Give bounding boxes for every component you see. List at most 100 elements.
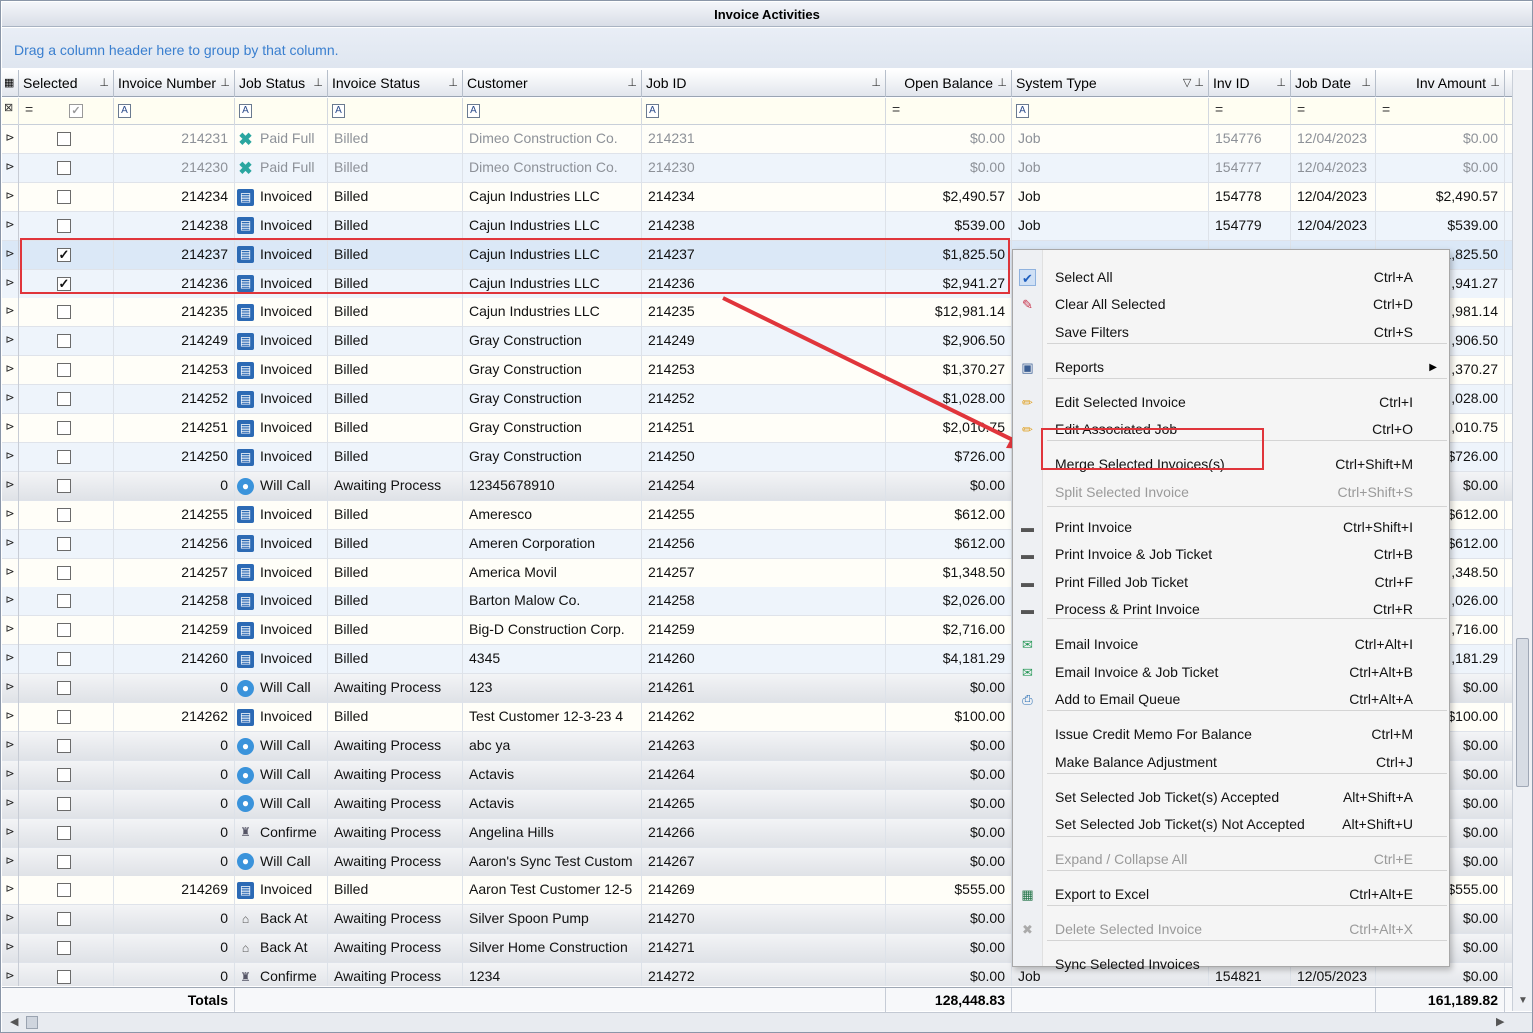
text-filter-icon[interactable]: A [332,104,345,118]
row-indicator-icon[interactable]: ⊳ [2,385,19,415]
row-indicator-icon[interactable]: ⊳ [2,269,19,299]
filter-cell[interactable]: = [1291,98,1376,125]
filter-cell[interactable]: = ✓ [19,98,114,125]
row-indicator-icon[interactable]: ⊳ [2,558,19,588]
row-indicator-icon[interactable]: ⊳ [2,789,19,819]
row-indicator-icon[interactable]: ⊳ [2,442,19,472]
menu-item-select-all[interactable]: ✔ Select All Ctrl+A [1013,264,1449,291]
menu-item-sync-selected-invoices[interactable]: Sync Selected Invoices [1013,951,1449,978]
row-select-checkbox[interactable] [57,507,71,522]
row-select-checkbox[interactable] [57,854,71,869]
row-select-checkbox[interactable] [57,392,71,407]
menu-item-set-selected-job-ticket-s-accepted[interactable]: Set Selected Job Ticket(s) Accepted Alt+S… [1013,784,1449,811]
filter-cell[interactable]: A [463,98,642,125]
table-row[interactable]: ⊳ 214231 ✖ Paid Full Billed Dimeo Constructio… [2,125,1512,154]
filter-cell[interactable]: A [1012,98,1209,125]
row-select-checkbox[interactable] [57,160,71,175]
pin-icon[interactable]: ▽ ⊥ [1183,70,1204,97]
menu-item-delete-selected-invoice[interactable]: ✖ Delete Selected Invoice Ctrl+Alt+X [1013,916,1449,943]
row-select-checkbox[interactable] [57,189,71,204]
menu-item-reports[interactable]: ▣ Reports ▶ [1013,354,1449,381]
pin-icon[interactable]: ⊥ [871,70,881,97]
column-header-job-status[interactable]: Job Status ⊥ [235,70,328,97]
menu-item-add-to-email-queue[interactable]: ⎙ Add to Email Queue Ctrl+Alt+A [1013,686,1449,713]
filter-operator-icon[interactable]: = [892,101,900,117]
row-indicator-icon[interactable]: ⊳ [2,818,19,848]
menu-item-print-invoice-job-ticket[interactable]: ▬ Print Invoice & Job Ticket Ctrl+B [1013,541,1449,568]
grid-corner-icon[interactable]: ▦ [2,70,19,97]
row-indicator-icon[interactable]: ⊳ [2,674,19,704]
filter-cell[interactable]: = [1376,98,1505,125]
row-select-checkbox[interactable] [57,363,71,378]
row-indicator-icon[interactable]: ⊳ [2,500,19,530]
table-row[interactable]: ⊳ 214238 ▤ Invoiced Billed Cajun Industries L… [2,211,1512,241]
filter-cell[interactable]: A [642,98,886,125]
table-row[interactable]: ⊳ 214234 ▤ Invoiced Billed Cajun Industries L… [2,182,1512,212]
row-indicator-icon[interactable]: ⊳ [2,934,19,964]
filter-operator-icon[interactable]: = [1215,101,1223,117]
pin-icon[interactable]: ⊥ [627,70,637,97]
filter-checkbox[interactable]: ✓ [69,104,83,118]
row-select-checkbox[interactable] [57,825,71,840]
column-header-customer[interactable]: Customer ⊥ [463,70,642,97]
column-header-invoice-status[interactable]: Invoice Status ⊥ [328,70,463,97]
row-select-checkbox[interactable] [57,478,71,493]
scroll-left-icon[interactable]: ◀ [10,1015,18,1028]
text-filter-icon[interactable]: A [467,104,480,118]
menu-item-process-print-invoice[interactable]: ▬ Process & Print Invoice Ctrl+R [1013,596,1449,623]
row-indicator-icon[interactable]: ⊳ [2,356,19,386]
pin-icon[interactable]: ⊥ [1490,70,1500,97]
menu-item-print-invoice[interactable]: ▬ Print Invoice Ctrl+Shift+I [1013,514,1449,541]
column-header-invoice-number[interactable]: Invoice Number ⊥ [114,70,235,97]
pin-icon[interactable]: ⊥ [1361,70,1371,97]
text-filter-icon[interactable]: A [646,104,659,118]
column-header-selected[interactable]: Selected ⊥ [19,70,114,97]
column-header-job-id[interactable]: Job ID ⊥ [642,70,886,97]
row-indicator-icon[interactable]: ⊳ [2,587,19,617]
row-indicator-icon[interactable]: ⊳ [2,616,19,646]
row-indicator-icon[interactable]: ⊳ [2,211,19,241]
row-select-checkbox[interactable] [57,594,71,609]
menu-item-email-invoice[interactable]: ✉ Email Invoice Ctrl+Alt+I [1013,631,1449,658]
row-select-checkbox[interactable] [57,912,71,927]
row-select-checkbox[interactable] [57,536,71,551]
menu-item-split-selected-invoice[interactable]: Split Selected Invoice Ctrl+Shift+S [1013,479,1449,506]
menu-item-email-invoice-job-ticket[interactable]: ✉ Email Invoice & Job Ticket Ctrl+Alt+B [1013,659,1449,686]
row-select-checkbox[interactable] [57,738,71,753]
text-filter-icon[interactable]: A [1016,104,1029,118]
filter-operator-icon[interactable]: = [1382,101,1390,117]
menu-item-expand-collapse-all[interactable]: Expand / Collapse All Ctrl+E [1013,846,1449,873]
row-indicator-icon[interactable]: ⊳ [2,703,19,732]
row-indicator-icon[interactable]: ⊳ [2,760,19,790]
row-indicator-icon[interactable]: ⊳ [2,645,19,675]
filter-cell[interactable]: A [235,98,328,125]
column-header-inv-amount[interactable]: Inv Amount ⊥ [1376,70,1505,97]
column-header-job-date[interactable]: Job Date ⊥ [1291,70,1376,97]
row-select-checkbox[interactable] [57,132,71,146]
row-indicator-icon[interactable]: ⊳ [2,153,19,183]
row-indicator-icon[interactable]: ⊳ [2,414,19,443]
column-header-system-type[interactable]: System Type ▽ ⊥ [1012,70,1209,97]
pin-icon[interactable]: ⊥ [997,70,1007,97]
scroll-down-icon[interactable]: ▼ [1518,995,1528,1006]
pin-icon[interactable]: ⊥ [220,70,230,97]
text-filter-icon[interactable]: A [118,104,131,118]
row-indicator-icon[interactable]: ⊳ [2,905,19,935]
row-select-checkbox[interactable] [57,623,71,638]
text-filter-icon[interactable]: A [239,104,252,118]
pin-icon[interactable]: ⊥ [448,70,458,97]
row-indicator-icon[interactable]: ⊳ [2,471,19,501]
filter-operator-icon[interactable]: = [25,101,33,117]
menu-item-clear-all-selected[interactable]: ✎ Clear All Selected Ctrl+D [1013,291,1449,318]
row-select-checkbox[interactable] [57,941,71,956]
row-indicator-icon[interactable]: ⊳ [2,240,19,270]
row-indicator-icon[interactable]: ⊳ [2,847,19,877]
menu-item-save-filters[interactable]: Save Filters Ctrl+S [1013,319,1449,346]
row-select-checkbox[interactable] [57,218,71,233]
group-by-area[interactable]: Drag a column header here to group by th… [2,28,1532,68]
vertical-scroll-thumb[interactable] [1516,638,1529,787]
row-select-checkbox[interactable] [57,421,71,435]
scroll-right-icon[interactable]: ▶ [1496,1015,1504,1028]
row-select-checkbox[interactable] [57,565,71,580]
row-select-checkbox[interactable] [57,305,71,320]
